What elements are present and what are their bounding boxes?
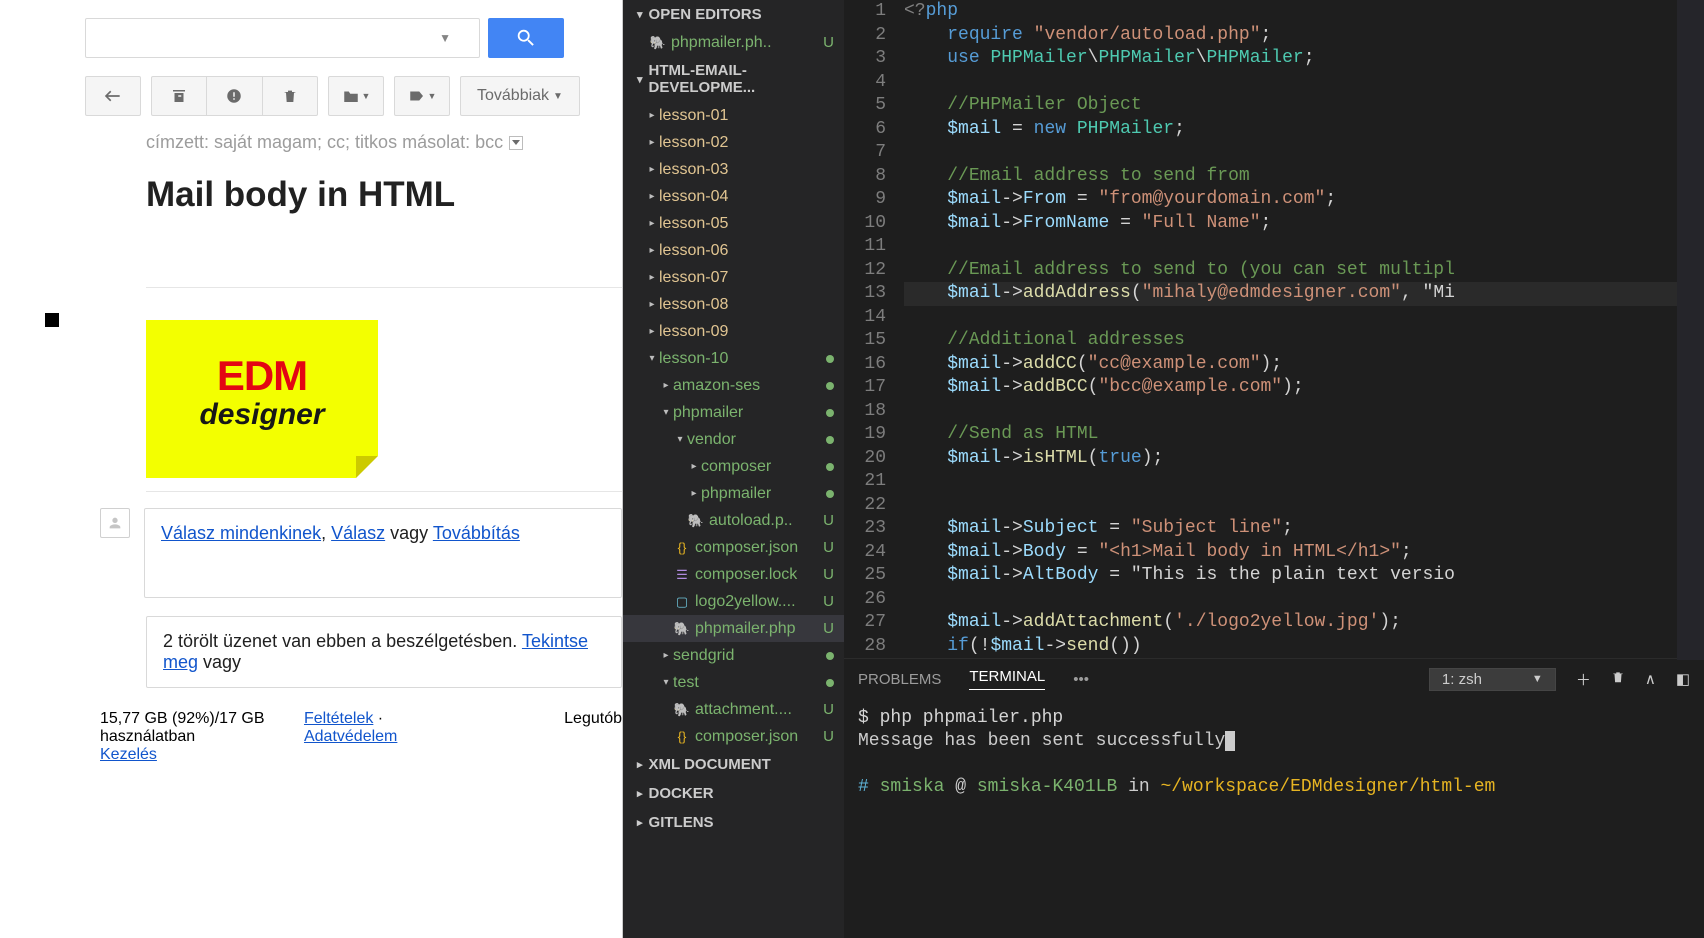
archive-button[interactable] — [152, 77, 207, 115]
folder-amazon-ses[interactable]: ▸amazon-ses — [623, 372, 844, 399]
terminal-cursor — [1225, 731, 1235, 751]
kill-terminal-button[interactable] — [1611, 669, 1625, 689]
folder-lesson-07[interactable]: ▸lesson-07 — [623, 264, 844, 291]
footer: 15,77 GB (92%)/17 GB használatban Kezelé… — [100, 710, 622, 764]
project-header[interactable]: ▾HTML-EMAIL-DEVELOPME... — [623, 56, 844, 102]
section-docker[interactable]: ▸DOCKER — [623, 779, 844, 808]
folder-test[interactable]: ▾test — [623, 669, 844, 696]
last-activity: Legutób — [564, 710, 622, 764]
folder-phpmailer[interactable]: ▾phpmailer — [623, 399, 844, 426]
code-area[interactable]: <?php require "vendor/autoload.php"; use… — [904, 0, 1704, 658]
open-editor-file[interactable]: 🐘phpmailer.ph..U — [623, 29, 844, 56]
section-xml[interactable]: ▸XML DOCUMENT — [623, 750, 844, 779]
tab-more-icon[interactable]: ••• — [1073, 671, 1089, 688]
php-icon: 🐘 — [649, 35, 667, 51]
folder-lesson-06[interactable]: ▸lesson-06 — [623, 237, 844, 264]
details-toggle[interactable] — [509, 136, 523, 150]
folder-phpmailer-sub[interactable]: ▸phpmailer — [623, 480, 844, 507]
search-button[interactable] — [488, 18, 564, 58]
spam-button[interactable] — [207, 77, 262, 115]
toolbar: ▼ ▼ Továbbiak▼ — [0, 76, 622, 130]
file-logo[interactable]: ▢logo2yellow....U — [623, 588, 844, 615]
forward-link[interactable]: Továbbítás — [433, 523, 520, 543]
file-composer-lock[interactable]: ☰composer.lockU — [623, 561, 844, 588]
file-explorer: ▾OPEN EDITORS 🐘phpmailer.ph..U ▾HTML-EMA… — [623, 0, 844, 938]
file-composer-json-2[interactable]: {}composer.jsonU — [623, 723, 844, 750]
search-input[interactable]: ▼ — [85, 18, 480, 58]
maximize-terminal-button[interactable]: ∧ — [1645, 670, 1656, 688]
terms-link[interactable]: Feltételek — [304, 710, 373, 727]
archive-icon — [170, 87, 188, 105]
open-editors-header[interactable]: ▾OPEN EDITORS — [623, 0, 844, 29]
back-arrow-icon — [103, 89, 123, 103]
avatar — [100, 508, 130, 538]
php-icon: 🐘 — [673, 702, 691, 718]
chevron-down-icon: ▼ — [1532, 673, 1543, 685]
chevron-down-icon: ▼ — [553, 91, 563, 102]
folder-icon — [342, 88, 360, 104]
delete-button[interactable] — [263, 77, 317, 115]
tab-problems[interactable]: PROBLEMS — [858, 671, 941, 688]
reply-all-link[interactable]: Válasz mindenkinek — [161, 523, 321, 543]
storage-text: 15,77 GB (92%)/17 GB használatban — [100, 710, 304, 746]
tab-terminal[interactable]: TERMINAL — [969, 668, 1045, 690]
file-attachment[interactable]: 🐘attachment....U — [623, 696, 844, 723]
edm-logo-image: EDM designer — [146, 320, 378, 478]
json-icon: {} — [673, 540, 691, 555]
folder-lesson-10[interactable]: ▾lesson-10 — [623, 345, 844, 372]
logo-text-bottom: designer — [199, 398, 324, 432]
folder-composer[interactable]: ▸composer — [623, 453, 844, 480]
image-icon: ▢ — [673, 594, 691, 610]
json-icon: {} — [673, 729, 691, 744]
terminal-output[interactable]: $ php phpmailer.phpMessage has been sent… — [844, 699, 1704, 938]
selection-box — [45, 313, 59, 327]
logo-fold — [356, 456, 378, 478]
spam-icon — [225, 87, 243, 105]
new-terminal-button[interactable]: ＋ — [1576, 669, 1591, 690]
recipients-line: címzett: saját magam; cc; titkos másolat… — [146, 132, 622, 153]
reply-link[interactable]: Válasz — [331, 523, 385, 543]
email-body: EDM designer — [146, 287, 622, 492]
trash-icon — [282, 87, 298, 105]
label-button[interactable]: ▼ — [394, 76, 450, 116]
terminal-panel: PROBLEMS TERMINAL ••• 1: zsh▼ ＋ ∧ ◧ $ ph… — [844, 658, 1704, 938]
more-button[interactable]: Továbbiak▼ — [460, 76, 580, 116]
privacy-link[interactable]: Adatvédelem — [304, 728, 397, 745]
folder-lesson-03[interactable]: ▸lesson-03 — [623, 156, 844, 183]
label-icon — [408, 88, 426, 104]
folder-lesson-01[interactable]: ▸lesson-01 — [623, 102, 844, 129]
php-icon: 🐘 — [687, 513, 705, 529]
action-group — [151, 76, 318, 116]
reply-box[interactable]: Válasz mindenkinek, Válasz vagy Továbbít… — [144, 508, 622, 598]
section-gitlens[interactable]: ▸GITLENS — [623, 808, 844, 837]
email-subject: Mail body in HTML — [146, 175, 622, 215]
trash-icon — [1611, 669, 1625, 685]
file-phpmailer-php[interactable]: 🐘phpmailer.phpU — [623, 615, 844, 642]
search-dropdown-icon[interactable]: ▼ — [439, 31, 451, 45]
shell-selector[interactable]: 1: zsh▼ — [1429, 668, 1556, 691]
lock-icon: ☰ — [673, 567, 691, 583]
search-icon — [515, 27, 537, 49]
folder-button[interactable]: ▼ — [328, 76, 384, 116]
folder-lesson-05[interactable]: ▸lesson-05 — [623, 210, 844, 237]
logo-text-top: EDM — [217, 352, 307, 400]
folder-lesson-08[interactable]: ▸lesson-08 — [623, 291, 844, 318]
folder-lesson-09[interactable]: ▸lesson-09 — [623, 318, 844, 345]
person-icon — [107, 515, 123, 531]
folder-sendgrid[interactable]: ▸sendgrid — [623, 642, 844, 669]
manage-link[interactable]: Kezelés — [100, 746, 157, 763]
back-button[interactable] — [85, 76, 141, 116]
deleted-notice: 2 törölt üzenet van ebben a beszélgetésb… — [146, 616, 622, 688]
php-icon: 🐘 — [673, 621, 691, 637]
folder-lesson-02[interactable]: ▸lesson-02 — [623, 129, 844, 156]
code-editor: 1234567891011121314151617181920212223242… — [844, 0, 1704, 938]
folder-lesson-04[interactable]: ▸lesson-04 — [623, 183, 844, 210]
file-autoload[interactable]: 🐘autoload.p..U — [623, 507, 844, 534]
folder-vendor[interactable]: ▾vendor — [623, 426, 844, 453]
split-terminal-button[interactable]: ◧ — [1676, 670, 1690, 688]
gmail-pane: ▼ ▼ ▼ Továbbiak▼ címzett: saját magam; c… — [0, 0, 623, 938]
line-gutter: 1234567891011121314151617181920212223242… — [844, 0, 904, 658]
file-composer-json[interactable]: {}composer.jsonU — [623, 534, 844, 561]
minimap[interactable] — [1677, 0, 1704, 660]
